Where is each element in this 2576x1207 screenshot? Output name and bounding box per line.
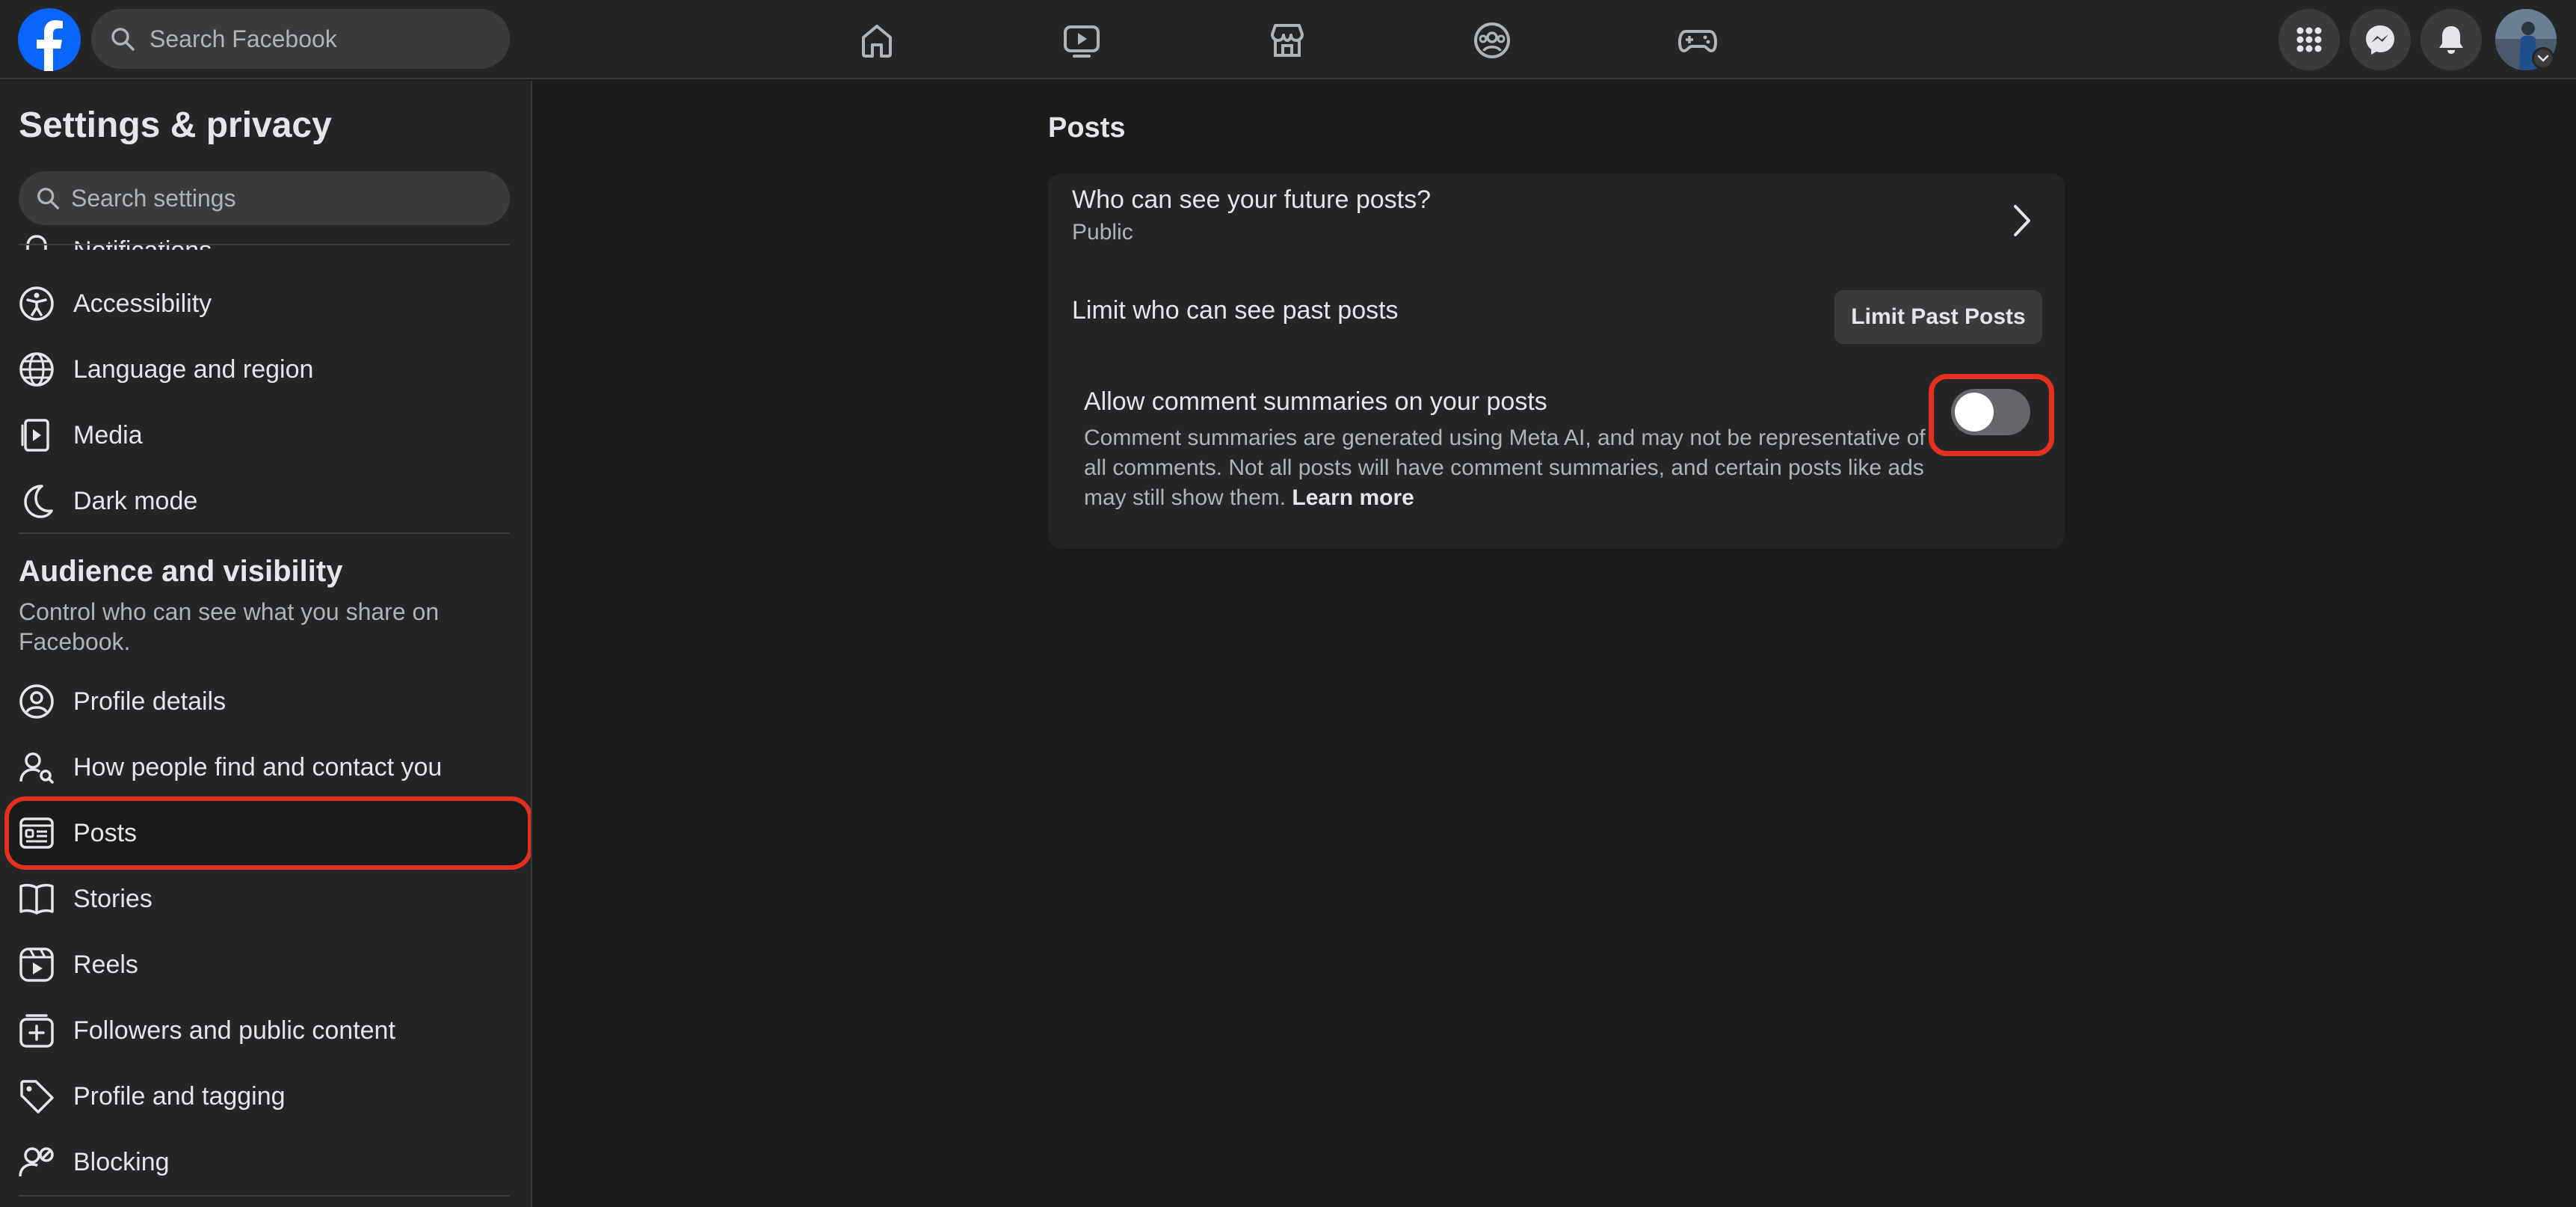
comment-summaries-toggle[interactable] [1951, 389, 2030, 435]
future-posts-audience: Public [1072, 220, 1133, 245]
divider [19, 532, 510, 534]
search-icon [109, 25, 136, 52]
chevron-down-icon[interactable] [2532, 47, 2554, 70]
sidebar-item-label: Dark mode [73, 486, 198, 515]
moon-icon [18, 482, 55, 520]
sidebar-item-stories[interactable]: Stories [9, 867, 525, 931]
facebook-search-box[interactable] [91, 9, 510, 69]
facebook-logo-icon[interactable] [18, 8, 81, 71]
sidebar-item-notifications[interactable]: Notifications [9, 220, 525, 250]
divider [19, 1195, 510, 1197]
sidebar-item-label: Language and region [73, 354, 314, 384]
sidebar-item-media[interactable]: Media [9, 403, 525, 467]
settings-search-input[interactable] [71, 184, 505, 212]
video-icon[interactable] [1061, 19, 1103, 61]
profile-icon [18, 683, 55, 720]
sidebar-item-label: Stories [73, 884, 152, 913]
top-navigation-bar [0, 0, 2576, 79]
reels-icon [18, 946, 55, 983]
sidebar-item-blocking[interactable]: Blocking [9, 1130, 525, 1194]
future-posts-title: Who can see your future posts? [1072, 185, 1432, 214]
accessibility-icon [18, 285, 55, 322]
sidebar-item-posts[interactable]: Posts [4, 796, 531, 870]
sidebar-item-reels[interactable]: Reels [9, 933, 525, 997]
bell-icon [18, 232, 55, 250]
sidebar-item-dark-mode[interactable]: Dark mode [9, 469, 525, 533]
globe-icon [18, 351, 55, 388]
comment-summaries-description: Comment summaries are generated using Me… [1084, 423, 1944, 513]
sidebar-item-label: Profile details [73, 687, 227, 716]
learn-more-link[interactable]: Learn more [1292, 485, 1414, 510]
settings-search-box[interactable] [19, 171, 510, 225]
marketplace-icon[interactable] [1266, 19, 1308, 61]
future-posts-row[interactable]: Who can see your future posts? Public [1048, 173, 2065, 263]
sidebar-title: Settings & privacy [19, 105, 332, 145]
sidebar-item-accessibility[interactable]: Accessibility [9, 271, 525, 336]
facebook-search-input[interactable] [150, 25, 493, 53]
sidebar-item-find-contact[interactable]: How people find and contact you [9, 735, 525, 799]
block-user-icon [18, 1143, 55, 1181]
chevron-right-icon [2006, 200, 2036, 241]
person-search-icon [18, 749, 55, 786]
limit-past-posts-button[interactable]: Limit Past Posts [1834, 290, 2042, 344]
sidebar-item-label: Followers and public content [73, 1016, 395, 1045]
settings-sidebar: Settings & privacy Notifications Accessi… [0, 81, 532, 1207]
posts-icon [18, 814, 55, 852]
toggle-knob [1955, 393, 1994, 431]
section-description: Control who can see what you share on Fa… [19, 598, 440, 655]
section-title: Audience and visibility [19, 555, 343, 588]
posts-settings-card: Who can see your future posts? Public Li… [1048, 173, 2065, 549]
sidebar-item-label: Blocking [73, 1147, 170, 1176]
gaming-icon[interactable] [1677, 19, 1719, 61]
divider [19, 244, 510, 245]
sidebar-item-label: Notifications [73, 236, 212, 251]
sidebar-item-followers[interactable]: Followers and public content [9, 998, 525, 1063]
sidebar-item-label: Media [73, 420, 143, 449]
bell-icon[interactable] [2421, 9, 2482, 70]
page-title: Posts [1048, 112, 1126, 144]
past-posts-title: Limit who can see past posts [1072, 296, 1399, 325]
messenger-icon[interactable] [2349, 9, 2411, 70]
sidebar-item-language[interactable]: Language and region [9, 337, 525, 402]
sidebar-item-profile-details[interactable]: Profile details [9, 669, 525, 734]
sidebar-item-profile-tagging[interactable]: Profile and tagging [9, 1064, 525, 1128]
comment-summaries-text: Comment summaries are generated using Me… [1084, 426, 1926, 510]
followers-icon [18, 1012, 55, 1049]
sidebar-item-label: Reels [73, 950, 138, 979]
menu-grid-icon[interactable] [2278, 9, 2340, 70]
groups-icon[interactable] [1471, 19, 1513, 61]
comment-summaries-title: Allow comment summaries on your posts [1084, 387, 1547, 416]
tag-icon [18, 1078, 55, 1115]
sidebar-item-label: Posts [73, 818, 138, 847]
sidebar-item-label: Profile and tagging [73, 1081, 286, 1111]
book-icon [18, 880, 55, 918]
search-icon [35, 185, 61, 211]
media-icon [18, 417, 55, 454]
sidebar-item-label: Accessibility [73, 289, 212, 318]
sidebar-item-label: How people find and contact you [73, 752, 443, 781]
home-icon[interactable] [856, 19, 898, 61]
